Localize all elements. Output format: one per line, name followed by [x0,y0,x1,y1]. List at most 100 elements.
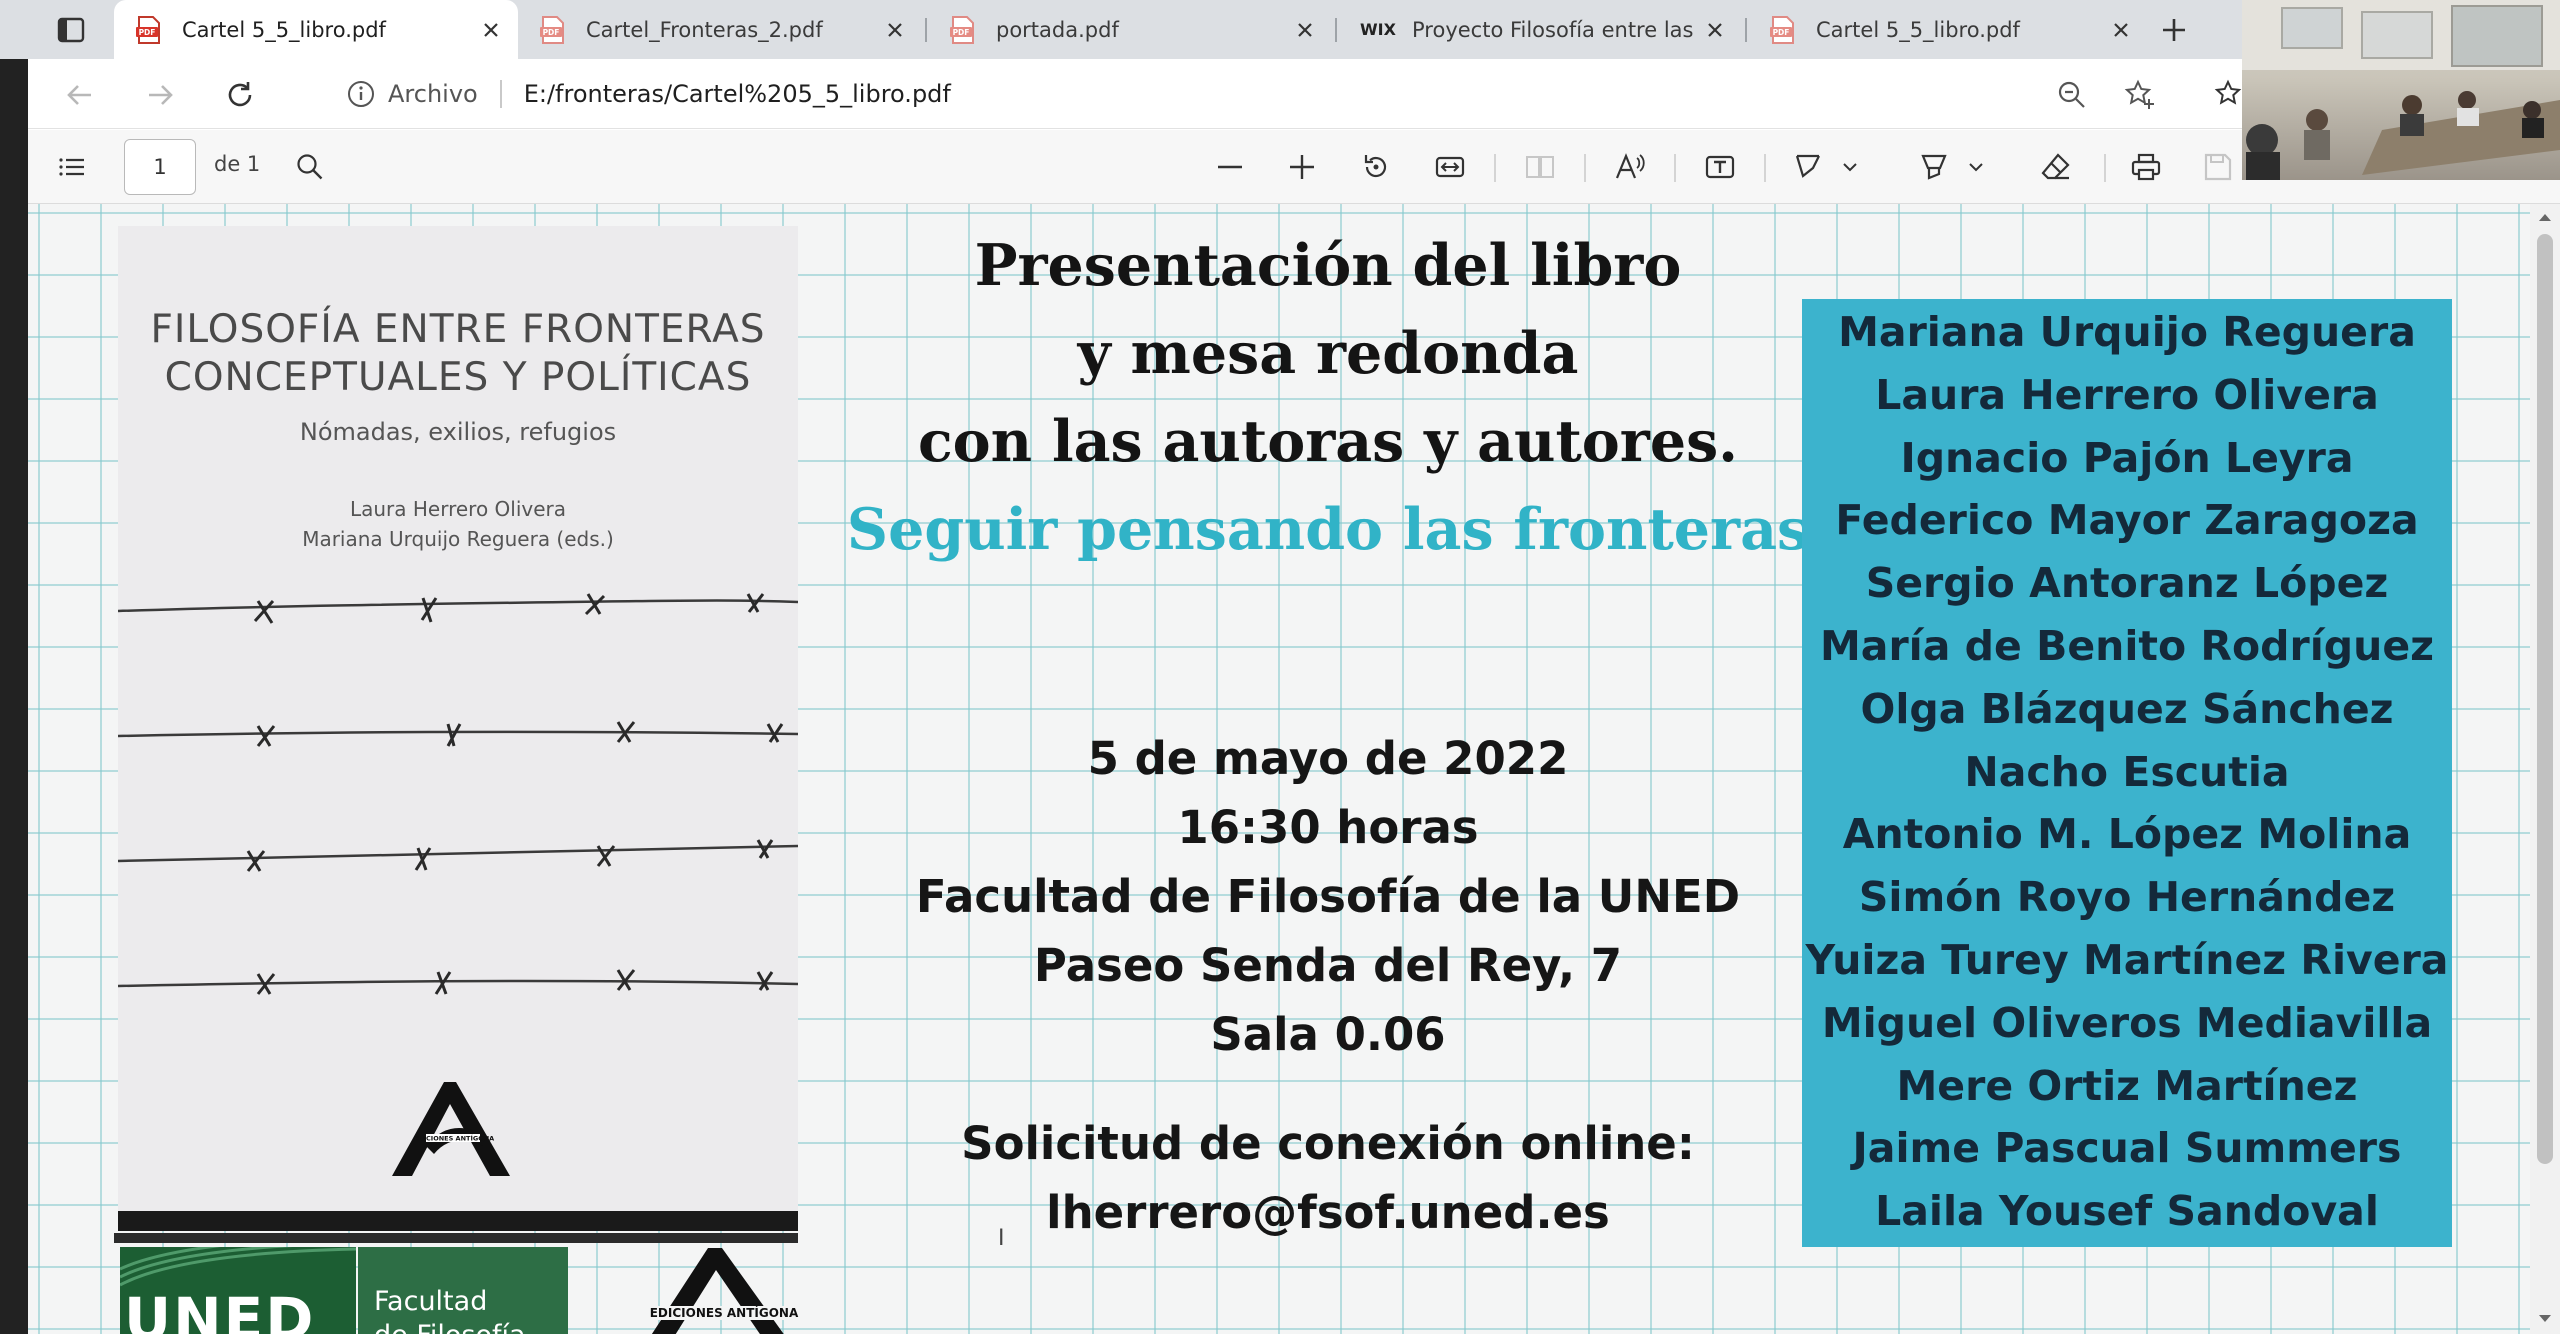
search-button[interactable] [288,145,332,189]
tab-actions-icon [57,17,85,42]
book-cover: FILOSOFÍA ENTRE FRONTERAS CONCEPTUALES Y… [118,226,798,1231]
facultad-logo-line: Facultad [374,1286,488,1317]
vertical-scrollbar[interactable] [2530,204,2560,1334]
speaker-name: Mariana Urquijo Reguera [1838,308,2416,356]
print-icon [2131,153,2161,181]
page-total: de 1 [214,152,261,176]
tab-cartel-5-5-libro[interactable]: PDF Cartel 5_5_libro.pdf [114,0,518,59]
speaker-name: Miguel Oliveros Mediavilla [1821,998,2433,1047]
close-icon [484,22,498,37]
video-call-thumbnail [2242,0,2560,180]
speaker-name: Jaime Pascual Summers [1852,1124,2402,1173]
barbed-wire-illustration [118,593,798,995]
pdf-icon: PDF [950,15,974,44]
tab-separator [925,18,927,42]
read-aloud-icon [1615,153,1645,179]
zoom-in-button[interactable] [1280,145,1324,189]
toolbar-separator [1674,154,1676,182]
add-text-button[interactable] [1698,145,1742,189]
scrollbar-thumb[interactable] [2537,234,2553,1164]
tab-actions-button[interactable] [28,0,114,59]
zoom-out-button[interactable] [2050,73,2094,117]
event-time: 16:30 horas [1177,801,1479,854]
contents-button[interactable] [50,145,94,189]
highlight-options-button[interactable] [1962,145,1990,189]
address-url[interactable]: E:/fronteras/Cartel%205_5_libro.pdf [524,80,951,108]
tab-cartel-fronteras-2[interactable]: PDF Cartel_Fronteras_2.pdf [518,0,922,59]
speaker-name: Simón Royo Hernández [1858,873,2396,922]
save-button[interactable] [2196,145,2240,189]
draw-options-button[interactable] [1836,145,1864,189]
speaker-name: Antonio M. López Molina [1842,810,2412,859]
draw-icon [1795,154,1820,178]
tab-cartel-5-5-libro-2[interactable]: PDF Cartel 5_5_libro.pdf [1748,0,2148,59]
poster-title-line: con las autoras y autores. [917,408,1739,475]
tab-proyecto-filosofia[interactable]: WIX Proyecto Filosofía entre las fr [1338,0,1742,59]
pdf-page: FILOSOFÍA ENTRE FRONTERAS CONCEPTUALES Y… [28,204,2530,1334]
tab-close-button[interactable] [1290,15,1320,45]
address-bar[interactable]: Archivo E:/fronteras/Cartel%205_5_libro.… [296,68,2280,120]
info-icon [348,81,374,107]
reload-button[interactable] [218,73,262,117]
chevron-down-icon [1969,163,1983,172]
zoom-out-button[interactable] [1208,145,1252,189]
minus-icon [1218,165,1242,169]
navigation-bar: Archivo E:/fronteras/Cartel%205_5_libro.… [28,59,2560,129]
poster-title: Presentación del libro y mesa redonda co… [728,222,1928,574]
toolbar-separator [1584,154,1586,182]
toolbar-separator [2104,154,2106,182]
speaker-name: Olga Blázquez Sánchez [1860,684,2394,733]
tab-title: portada.pdf [996,17,1119,42]
poster-subtitle: Seguir pensando las fronteras [846,496,1810,563]
close-icon [888,22,902,37]
new-tab-button[interactable] [2154,10,2194,50]
speaker-name: Ignacio Pajón Leyra [1900,433,2354,482]
wix-icon: WIX [1360,20,1396,39]
speaker-name: Laila Yousef Sandoval [1875,1187,2379,1236]
page-number-input[interactable]: 1 [124,139,196,195]
svg-text:PDF: PDF [1773,28,1790,37]
antigona-logo-text: EDICIONES ANTÍGONA [650,1305,799,1320]
tab-portada[interactable]: PDF portada.pdf [928,0,1332,59]
tab-close-button[interactable] [880,15,910,45]
erase-button[interactable] [2034,145,2078,189]
forward-button[interactable] [138,73,182,117]
cover-author: Laura Herrero Olivera [349,497,567,521]
search-icon [297,154,323,180]
triangle-up-icon [2539,214,2551,221]
poster-title-line: Presentación del libro [974,232,1682,299]
rotate-icon [1364,155,1387,178]
rotate-button[interactable] [1354,145,1398,189]
back-button[interactable] [58,73,102,117]
fit-width-button[interactable] [1428,145,1472,189]
arrow-right-icon [149,85,173,105]
pdf-icon: PDF [540,15,564,44]
address-divider [499,80,502,108]
contact-details: Solicitud de conexión online: lherrero@f… [728,1109,1928,1247]
speaker-name: Nacho Escutia [1964,747,2290,796]
print-button[interactable] [2124,145,2168,189]
speaker-name: Federico Mayor Zaragoza [1835,496,2419,545]
tab-close-button[interactable] [2106,15,2136,45]
fit-width-icon [1435,156,1465,178]
scroll-down-button[interactable] [2536,1310,2554,1328]
close-icon [1298,22,1312,37]
address-prefix: Archivo [388,80,478,108]
scroll-up-button[interactable] [2536,208,2554,226]
facultad-logo-line: de Filosofía [374,1319,568,1334]
cover-title: FILOSOFÍA ENTRE FRONTERAS CONCEPTUALES Y… [118,306,798,402]
page-view-button[interactable] [1518,145,1562,189]
pdf-icon: PDF [1770,15,1794,44]
highlight-button[interactable] [1912,145,1956,189]
triangle-down-icon [2539,1315,2551,1322]
tab-close-button[interactable] [1700,15,1730,45]
cover-title-line: FILOSOFÍA ENTRE FRONTERAS [150,307,766,352]
chevron-down-icon [1843,163,1857,172]
eraser-icon [2041,153,2070,180]
speakers-list: Mariana Urquijo Reguera Laura Herrero Ol… [1802,299,2452,1247]
favorite-button[interactable] [2118,73,2162,117]
tab-close-button[interactable] [476,15,506,45]
read-aloud-button[interactable] [1608,145,1652,189]
meeting-room-image [2242,0,2560,180]
draw-button[interactable] [1786,145,1830,189]
